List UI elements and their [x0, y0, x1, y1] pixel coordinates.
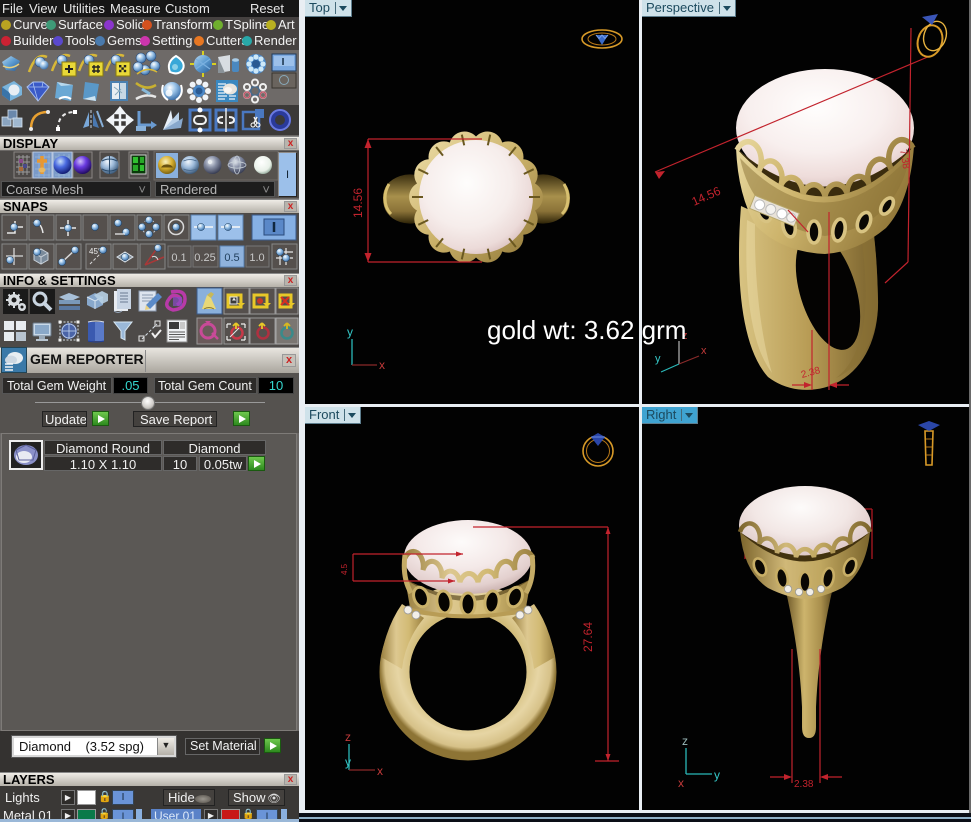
svg-text:14.56: 14.56 — [690, 184, 723, 209]
svg-text:45°: 45° — [89, 247, 101, 256]
svg-text:y: y — [347, 325, 353, 339]
svg-text:I: I — [282, 57, 285, 68]
svg-text:y: y — [345, 755, 351, 769]
svg-text:z: z — [682, 734, 688, 748]
svg-text:0.1: 0.1 — [171, 252, 186, 264]
svg-text:x: x — [379, 358, 385, 372]
svg-text:y: y — [655, 353, 661, 365]
svg-text:x: x — [678, 776, 684, 790]
svg-text:2.38: 2.38 — [794, 779, 814, 790]
svg-text:y: y — [714, 768, 720, 782]
svg-text:1.0: 1.0 — [249, 252, 264, 264]
svg-text:14.56: 14.56 — [351, 188, 365, 218]
svg-text:x: x — [701, 345, 707, 357]
svg-text:0.25: 0.25 — [194, 252, 215, 264]
svg-text:0.5: 0.5 — [224, 252, 239, 264]
svg-text:4.5: 4.5 — [340, 563, 349, 575]
svg-text:27.64: 27.64 — [581, 622, 595, 652]
svg-text:x: x — [377, 764, 383, 778]
svg-text:z: z — [345, 730, 351, 744]
